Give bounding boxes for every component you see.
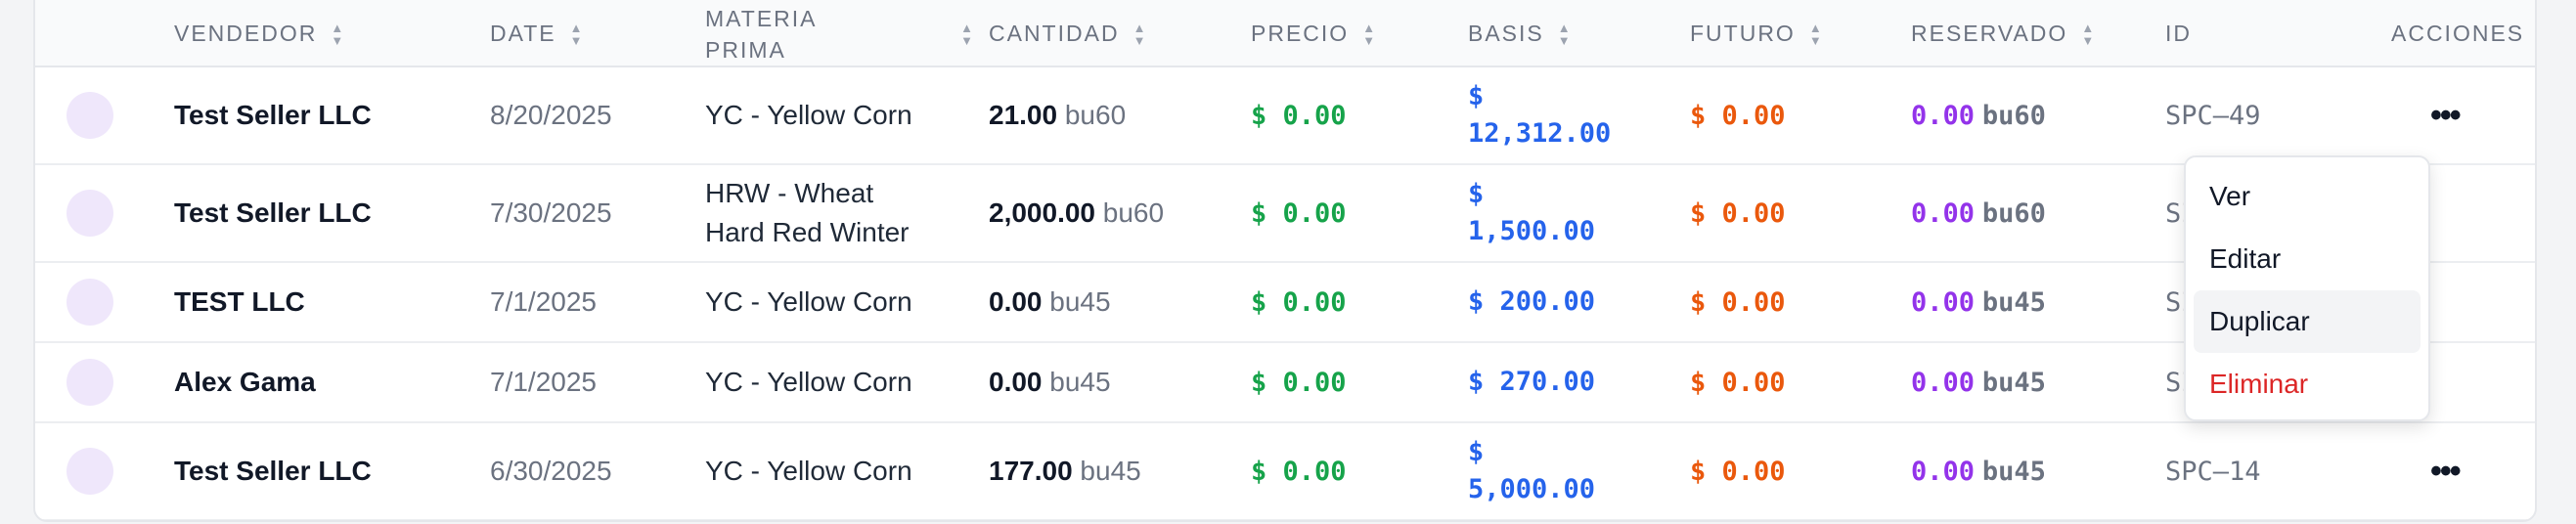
header-futures[interactable]: FUTURO ▲ ▼ [1690, 0, 1911, 67]
futures-cell: $ 0.00 [1690, 286, 1786, 318]
sort-icon[interactable]: ▲ ▼ [1809, 22, 1824, 47]
header-actions: ACCIONES [2379, 0, 2535, 67]
vendor-cell: Alex Gama [174, 367, 316, 397]
basis-cell: $5,000.00 [1468, 437, 1596, 504]
sort-icon[interactable]: ▲ ▼ [2081, 22, 2096, 47]
sort-icon[interactable]: ▲ ▼ [1133, 22, 1148, 47]
more-horizontal-icon[interactable]: ••• [2379, 453, 2462, 490]
date-cell: 7/1/2025 [490, 367, 597, 397]
basis-cell: $1,500.00 [1468, 179, 1596, 246]
material-cell: YC - Yellow Corn [705, 367, 912, 397]
price-cell: $ 0.00 [1251, 286, 1347, 318]
futures-cell: $ 0.00 [1690, 197, 1786, 229]
futures-cell: $ 0.00 [1690, 367, 1786, 398]
sort-icon[interactable]: ▲ ▼ [1558, 22, 1573, 47]
reserved-cell: 0.00 bu45 [1911, 457, 2046, 487]
actions-cell: ••• [2379, 422, 2535, 520]
avatar [67, 279, 113, 326]
contracts-table: VENDEDOR ▲ ▼ DATE ▲ ▼ MATERIA PRIMA ▲ ▼ CANTIDA… [35, 0, 2535, 520]
quantity-cell: 0.00 bu45 [989, 286, 1111, 317]
basis-cell: $ 270.00 [1468, 367, 1596, 397]
reserved-cell: 0.00 bu45 [1911, 368, 2046, 398]
table-row[interactable]: Test Seller LLC 6/30/2025 YC - Yellow Co… [35, 422, 2535, 520]
price-cell: $ 0.00 [1251, 456, 1347, 487]
header-date[interactable]: DATE ▲ ▼ [490, 0, 705, 67]
avatar [67, 190, 113, 237]
more-horizontal-icon[interactable]: ••• [2379, 97, 2462, 134]
table-header: VENDEDOR ▲ ▼ DATE ▲ ▼ MATERIA PRIMA ▲ ▼ CANTIDA… [35, 0, 2535, 67]
futures-cell: $ 0.00 [1690, 456, 1786, 487]
menu-item-view[interactable]: Ver [2194, 165, 2421, 228]
avatar [67, 359, 113, 406]
table-row[interactable]: TEST LLC 7/1/2025 YC - Yellow Corn 0.00 … [35, 262, 2535, 342]
header-vendor[interactable]: VENDEDOR ▲ ▼ [174, 0, 490, 67]
price-cell: $ 0.00 [1251, 197, 1347, 229]
id-cell: SPC–49 [2165, 100, 2261, 131]
reserved-cell: 0.00 bu45 [1911, 287, 2046, 318]
date-cell: 7/1/2025 [490, 286, 597, 317]
contracts-table-card: VENDEDOR ▲ ▼ DATE ▲ ▼ MATERIA PRIMA ▲ ▼ CANTIDA… [33, 0, 2537, 522]
table-row[interactable]: Alex Gama 7/1/2025 YC - Yellow Corn 0.00… [35, 342, 2535, 422]
sort-icon[interactable]: ▲ ▼ [570, 22, 585, 47]
quantity-cell: 177.00 bu45 [989, 456, 1141, 486]
quantity-cell: 21.00 bu60 [989, 100, 1127, 130]
header-avatar [35, 0, 174, 67]
vendor-cell: Test Seller LLC [174, 197, 372, 228]
futures-cell: $ 0.00 [1690, 100, 1786, 131]
header-quantity[interactable]: CANTIDAD ▲ ▼ [989, 0, 1251, 67]
price-cell: $ 0.00 [1251, 367, 1347, 398]
quantity-cell: 2,000.00 bu60 [989, 197, 1165, 228]
basis-cell: $12,312.00 [1468, 81, 1612, 149]
material-cell: YC - Yellow Corn [705, 456, 912, 486]
header-material[interactable]: MATERIA PRIMA ▲ ▼ [705, 0, 989, 67]
date-cell: 7/30/2025 [490, 197, 612, 228]
material-cell: YC - Yellow Corn [705, 286, 912, 317]
menu-item-duplicate[interactable]: Duplicar [2194, 290, 2421, 353]
price-cell: $ 0.00 [1251, 100, 1347, 131]
row-actions-menu: Ver Editar Duplicar Eliminar [2184, 155, 2430, 421]
header-id[interactable]: ID [2165, 0, 2379, 67]
basis-cell: $ 200.00 [1468, 286, 1596, 317]
menu-item-edit[interactable]: Editar [2194, 228, 2421, 290]
sort-icon[interactable]: ▲ ▼ [960, 22, 975, 47]
header-reserved[interactable]: RESERVADO ▲ ▼ [1911, 0, 2165, 67]
vendor-cell: Test Seller LLC [174, 100, 372, 130]
date-cell: 8/20/2025 [490, 100, 612, 130]
quantity-cell: 0.00 bu45 [989, 367, 1111, 397]
reserved-cell: 0.00 bu60 [1911, 101, 2046, 131]
vendor-cell: Test Seller LLC [174, 456, 372, 486]
material-cell: HRW - Wheat Hard Red Winter [705, 178, 910, 247]
table-row[interactable]: Test Seller LLC 8/20/2025 YC - Yellow Co… [35, 66, 2535, 164]
avatar [67, 92, 113, 139]
menu-item-delete[interactable]: Eliminar [2194, 353, 2421, 415]
table-row[interactable]: Test Seller LLC 7/30/2025 HRW - Wheat Har… [35, 164, 2535, 262]
vendor-cell: TEST LLC [174, 286, 305, 317]
avatar [67, 448, 113, 495]
header-basis[interactable]: BASIS ▲ ▼ [1468, 0, 1690, 67]
header-price[interactable]: PRECIO ▲ ▼ [1251, 0, 1468, 67]
material-cell: YC - Yellow Corn [705, 100, 912, 130]
sort-icon[interactable]: ▲ ▼ [331, 22, 345, 47]
sort-icon[interactable]: ▲ ▼ [1362, 22, 1377, 47]
reserved-cell: 0.00 bu60 [1911, 198, 2046, 229]
id-cell: SPC–14 [2165, 456, 2261, 487]
date-cell: 6/30/2025 [490, 456, 612, 486]
actions-cell: ••• [2379, 66, 2535, 164]
